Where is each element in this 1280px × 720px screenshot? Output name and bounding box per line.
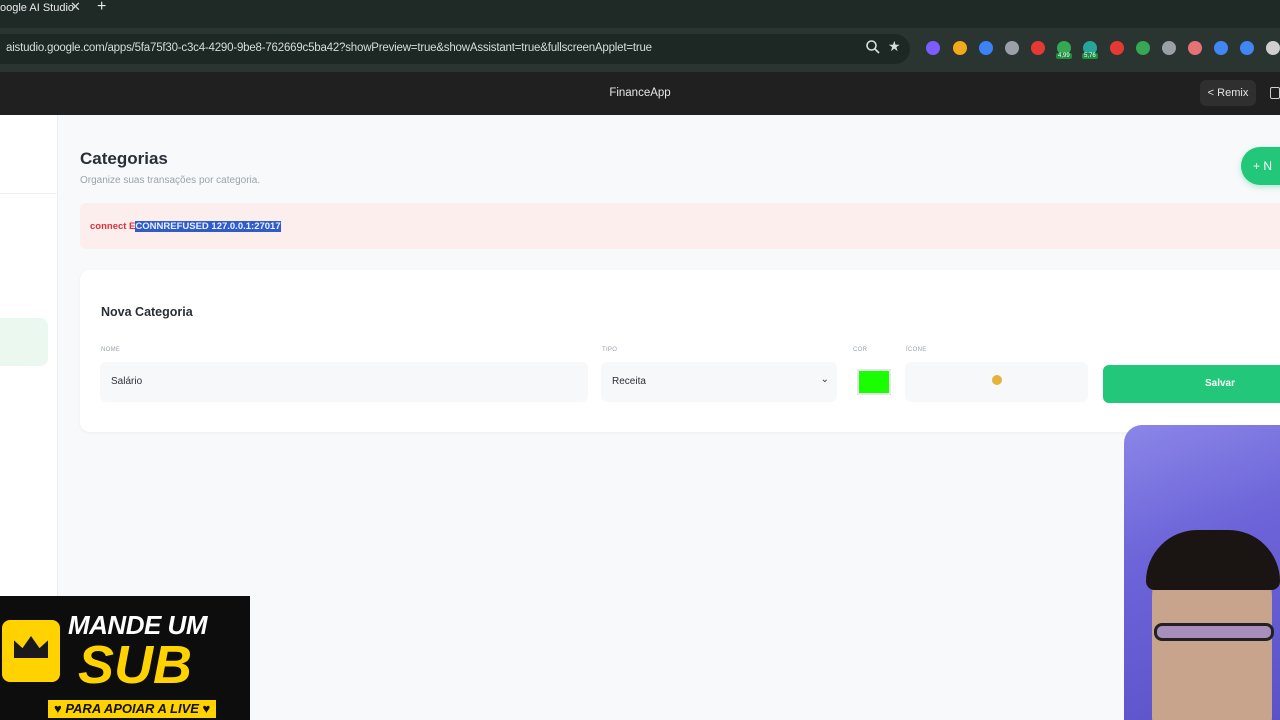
streamer-glasses <box>1154 623 1274 641</box>
chrome-ext-10-icon[interactable] <box>1162 41 1176 55</box>
streamer-hair <box>1146 530 1280 590</box>
chrome-ext-9-icon[interactable] <box>1136 41 1150 55</box>
type-value: Receita <box>612 376 646 387</box>
new-category-button[interactable]: + N <box>1241 147 1280 185</box>
sidebar-divider <box>0 193 58 194</box>
error-message: connect ECONNREFUSED 127.0.0.1:27017 <box>90 221 281 232</box>
type-select[interactable]: Receita ⌄ <box>601 362 837 402</box>
type-label: Tipo <box>602 347 618 353</box>
sidebar-item-active[interactable] <box>0 318 48 366</box>
chrome-ext-14-icon[interactable] <box>1266 41 1280 55</box>
chrome-ext-5-icon[interactable] <box>1031 41 1045 55</box>
app-header: FinanceApp < Remix <box>0 72 1280 115</box>
chrome-ext-4-icon[interactable] <box>1005 41 1019 55</box>
browser-toolbar: aistudio.google.com/apps/5fa75f30-c3c4-4… <box>0 28 1280 72</box>
icon-input[interactable] <box>905 362 1088 402</box>
name-label: Nome <box>101 347 121 353</box>
chrome-ext-3-icon[interactable] <box>979 41 993 55</box>
webcam-overlay <box>1124 425 1280 720</box>
address-bar[interactable]: aistudio.google.com/apps/5fa75f30-c3c4-4… <box>0 34 910 64</box>
error-prefix: connect E <box>90 221 136 232</box>
extension-badge: 5,76 <box>1082 53 1098 59</box>
icon-label: Ícone <box>906 347 927 353</box>
coin-emoji-icon <box>991 375 1002 385</box>
error-selected-text: CONNREFUSED 127.0.0.1:27017 <box>135 221 281 232</box>
name-value: Salário <box>111 376 143 387</box>
name-input[interactable]: Salário <box>100 362 588 402</box>
fullscreen-icon[interactable] <box>1270 87 1280 99</box>
bookmark-star-icon[interactable]: ★ <box>888 38 904 54</box>
zoom-icon[interactable] <box>865 39 881 55</box>
browser-tab[interactable]: oogle AI Studio ✕ <box>0 0 88 22</box>
extension-badge: 4,99 <box>1056 53 1072 59</box>
new-category-card: Nova Categoria Nome Salário Tipo Receita… <box>80 270 1280 432</box>
chrome-ext-1-icon[interactable] <box>926 41 940 55</box>
chrome-ext-13-icon[interactable] <box>1240 41 1254 55</box>
page-title: Categorias <box>80 149 168 168</box>
page-subtitle: Organize suas transações por categoria. <box>80 175 261 186</box>
browser-tab-strip: oogle AI Studio ✕ + <box>0 0 1280 28</box>
remix-button[interactable]: < Remix <box>1200 80 1256 106</box>
save-button[interactable]: Salvar <box>1103 365 1280 403</box>
close-icon[interactable]: ✕ <box>70 0 81 15</box>
subscribe-banner: MANDE UM SUB ♥ PARA APOIAR A LIVE ♥ <box>0 596 250 720</box>
card-title: Nova Categoria <box>101 305 193 319</box>
url-text: aistudio.google.com/apps/5fa75f30-c3c4-4… <box>6 42 652 54</box>
chrome-ext-11-icon[interactable] <box>1188 41 1202 55</box>
color-picker[interactable] <box>857 369 891 395</box>
chrome-ext-12-icon[interactable] <box>1214 41 1228 55</box>
color-label: Cor <box>853 347 868 353</box>
chrome-ext-8-icon[interactable] <box>1110 41 1124 55</box>
app-title: FinanceApp <box>609 87 671 99</box>
banner-line3: ♥ PARA APOIAR A LIVE ♥ <box>48 700 217 718</box>
banner-line2: SUB <box>78 635 193 695</box>
new-tab-button[interactable]: + <box>97 0 106 16</box>
tab-title: oogle AI Studio <box>0 2 75 14</box>
chrome-ext-2-icon[interactable] <box>953 41 967 55</box>
chevron-down-icon: ⌄ <box>820 374 829 385</box>
error-alert: connect ECONNREFUSED 127.0.0.1:27017 <box>80 203 1280 334</box>
